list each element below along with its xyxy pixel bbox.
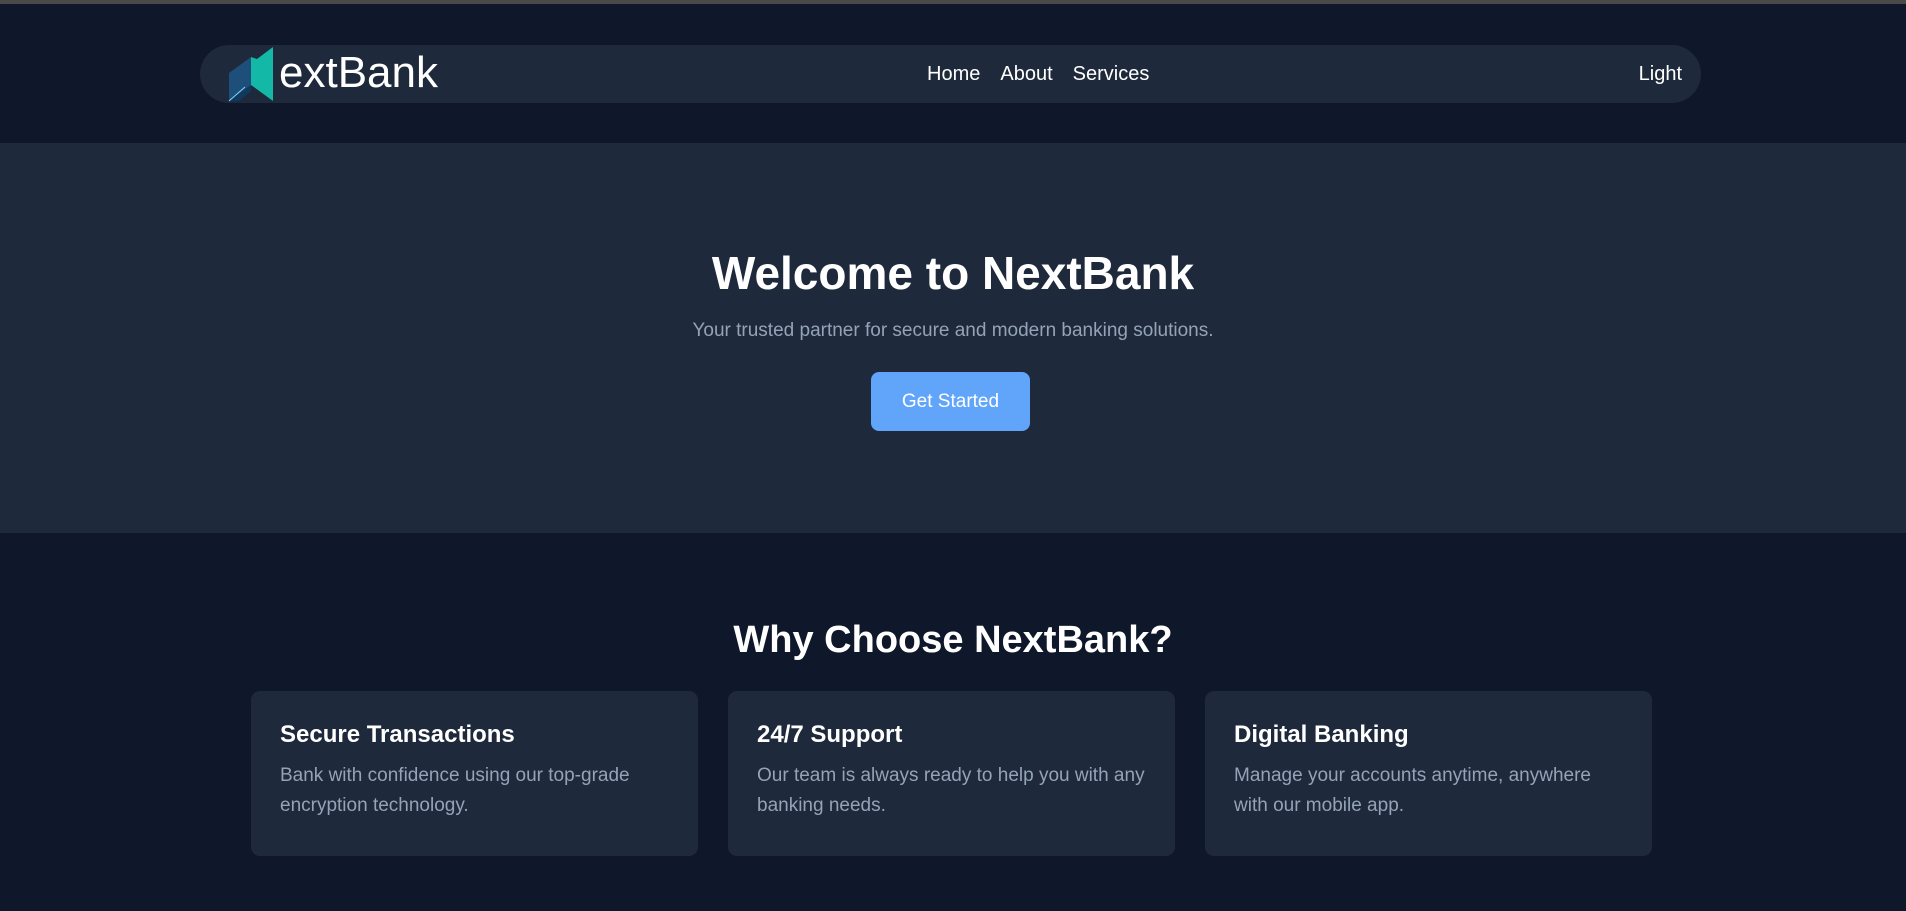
feature-card-text: Bank with confidence using our top-grade… (280, 765, 630, 816)
feature-card-secure-transactions: Secure Transactions Bank with confidence… (251, 691, 698, 856)
get-started-button[interactable]: Get Started (871, 372, 1030, 431)
nextbank-logo-icon (228, 47, 273, 102)
feature-cards: Secure Transactions Bank with confidence… (251, 691, 1652, 856)
logo-text: extBank (279, 48, 438, 97)
logo[interactable]: extBank (227, 45, 438, 103)
feature-card-title: 24/7 Support (757, 721, 903, 748)
feature-card-digital-banking: Digital Banking Manage your accounts any… (1205, 691, 1652, 856)
nav-links: Home About Services (927, 45, 1149, 103)
theme-toggle-button[interactable]: Light (1639, 45, 1682, 103)
feature-card-support: 24/7 Support Our team is always ready to… (728, 691, 1175, 856)
feature-card-text: Our team is always ready to help you wit… (757, 765, 1145, 816)
nav-link-home[interactable]: Home (927, 63, 980, 86)
feature-card-title: Digital Banking (1234, 721, 1409, 748)
features-section: Why Choose NextBank? Secure Transactions… (0, 533, 1906, 911)
feature-card-title: Secure Transactions (280, 721, 515, 748)
nav-link-about[interactable]: About (1000, 63, 1052, 86)
hero-section: Welcome to NextBank Your trusted partner… (0, 143, 1906, 533)
navbar: extBank Home About Services Light (200, 45, 1701, 103)
browser-viewport: extBank Home About Services Light Welcom… (0, 0, 1906, 911)
nav-link-services[interactable]: Services (1073, 63, 1150, 86)
hero-subtitle: Your trusted partner for secure and mode… (692, 320, 1214, 341)
features-title: Why Choose NextBank? (733, 619, 1173, 661)
hero-title: Welcome to NextBank (711, 247, 1195, 299)
header: extBank Home About Services Light (0, 4, 1906, 143)
feature-card-text: Manage your accounts anytime, anywhere w… (1234, 765, 1591, 816)
